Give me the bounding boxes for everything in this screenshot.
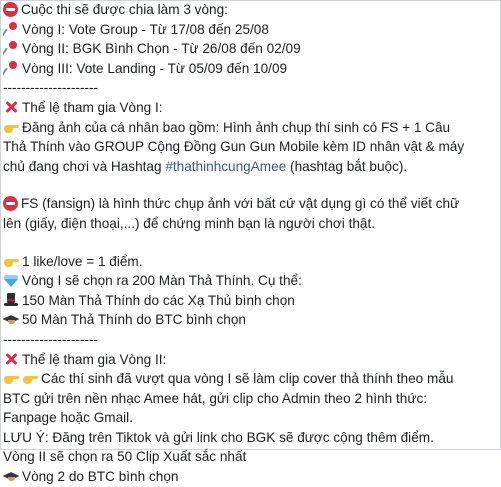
post-line-text: Cuộc thi sẽ được chia làm 3 vòng:: [21, 2, 228, 17]
post-line-text: Thể lệ tham gia Vòng I:: [22, 99, 163, 115]
post-line-text: Thả Thính vào GROUP Cộng Đồng Gun Gun Mo…: [3, 139, 465, 155]
post-line: BTC gửi trên nền nhạc Amee hát, gửi clip…: [3, 389, 499, 409]
diamond-icon: [3, 272, 19, 288]
graduation-cap-icon: [3, 468, 19, 484]
post-line: Vòng II sẽ chọn ra 50 Clip Xuất sắc nhất: [3, 447, 499, 467]
post-line: Đăng ảnh của cá nhân bao gồm: Hình ảnh c…: [3, 118, 499, 138]
post-line: [3, 234, 499, 252]
post-line: Vòng II: BGK Bình Chọn - Từ 26/08 đến 02…: [3, 39, 499, 59]
post-line: Thả Thính vào GROUP Cộng Đồng Gun Gun Mo…: [3, 137, 499, 157]
post-body: Cuộc thi sẽ được chia làm 3 vòng: Vòng I:…: [3, 0, 499, 487]
post-line: [3, 176, 499, 194]
post-line: ---------------------: [3, 330, 499, 350]
round-pushpin-icon: [3, 21, 19, 37]
post-line: ---------------------: [3, 78, 499, 98]
hashtag-link[interactable]: #thathinhcungAmee: [165, 159, 286, 174]
post-line: 1 like/love = 1 điểm.: [3, 252, 499, 272]
post-line-text: Đăng ảnh của cá nhân bao gồm: Hình ảnh c…: [22, 119, 451, 135]
post-line: Vòng I: Vote Group - Từ 17/08 đến 25/08: [3, 20, 499, 40]
post-line: LƯU Ý: Đăng trên Tiktok và gửi link cho …: [3, 428, 499, 448]
post-line: Vòng I sẽ chọn ra 200 Màn Thả Thính. Cụ …: [3, 271, 499, 291]
post-line: 150 Màn Thả Thính do các Xạ Thủ bình chọ…: [3, 291, 499, 311]
post-line-text: (hashtag bắt buộc).: [286, 158, 408, 174]
post-line-text: Các thí sinh đã vượt qua vòng I sẽ làm c…: [41, 371, 454, 387]
post-line-text: FS (fansign) là hình thức chụp ảnh với b…: [21, 196, 460, 212]
post-line-text: Fanpage hoặc Gmail.: [3, 410, 133, 426]
post-line: Fanpage hoặc Gmail.: [3, 408, 499, 428]
post-line-text: ---------------------: [3, 331, 99, 347]
post-line-text: Vòng III: Vote Landing - Từ 05/09 đến 10…: [22, 60, 288, 76]
post-line: Vòng III: Vote Landing - Từ 05/09 đến 10…: [3, 59, 499, 79]
post-line-text: Vòng I sẽ chọn ra 200 Màn Thả Thính. Cụ …: [22, 273, 302, 289]
post-line-text: Vòng II sẽ chọn ra 50 Clip Xuất sắc nhất: [3, 449, 247, 465]
red-x-icon: [3, 99, 19, 115]
no-entry-icon: [3, 196, 18, 212]
post-line-text: BTC gửi trên nền nhạc Amee hát, gửi clip…: [3, 390, 428, 406]
round-pushpin-icon: [3, 60, 19, 76]
no-entry-icon: [3, 2, 18, 17]
post-line-text: lên (giấy, điện thoại,...) để chứng minh…: [3, 215, 376, 231]
post-line: Vòng 2 do BTC bình chọn: [3, 467, 499, 487]
graduation-cap-icon: [3, 311, 19, 327]
post-line: Thể lệ tham gia Vòng I:: [3, 98, 499, 118]
post-line-text: Vòng II: BGK Bình Chọn - Từ 26/08 đến 02…: [22, 41, 301, 57]
post-line: Thể lệ tham gia Vòng II:: [3, 350, 499, 370]
red-x-icon: [3, 351, 19, 367]
pointing-hand-icon: [22, 370, 38, 386]
top-hat-icon: [3, 292, 19, 308]
post-line: Các thí sinh đã vượt qua vòng I sẽ làm c…: [3, 369, 499, 389]
post-line-text: Thể lệ tham gia Vòng II:: [22, 351, 167, 367]
post-line: Cuộc thi sẽ được chia làm 3 vòng:: [3, 0, 499, 20]
post-line: chủ đang chơi và Hashtag #thathinhcungAm…: [3, 157, 499, 177]
post-line-text: 150 Màn Thả Thính do các Xạ Thủ bình chọ…: [22, 292, 295, 308]
post-line-text: 1 like/love = 1 điểm.: [22, 253, 143, 269]
post-line: FS (fansign) là hình thức chụp ảnh với b…: [3, 194, 499, 214]
post-line-text: LƯU Ý: Đăng trên Tiktok và gửi link cho …: [3, 429, 434, 445]
post-line-text: Vòng 2 do BTC bình chọn: [22, 469, 179, 485]
post-line-text: ---------------------: [3, 80, 99, 96]
post-line: 50 Màn Thả Thính do BTC bình chọn: [3, 310, 499, 330]
pointing-hand-icon: [3, 370, 19, 386]
pointing-hand-icon: [3, 253, 19, 269]
round-pushpin-icon: [3, 40, 19, 56]
post-line: lên (giấy, điện thoại,...) để chứng minh…: [3, 214, 499, 234]
post-line-text: chủ đang chơi và Hashtag: [3, 158, 166, 174]
post-line-text: 50 Màn Thả Thính do BTC bình chọn: [22, 312, 246, 328]
pointing-hand-icon: [3, 119, 19, 135]
post-line-text: Vòng I: Vote Group - Từ 17/08 đến 25/08: [22, 21, 269, 37]
